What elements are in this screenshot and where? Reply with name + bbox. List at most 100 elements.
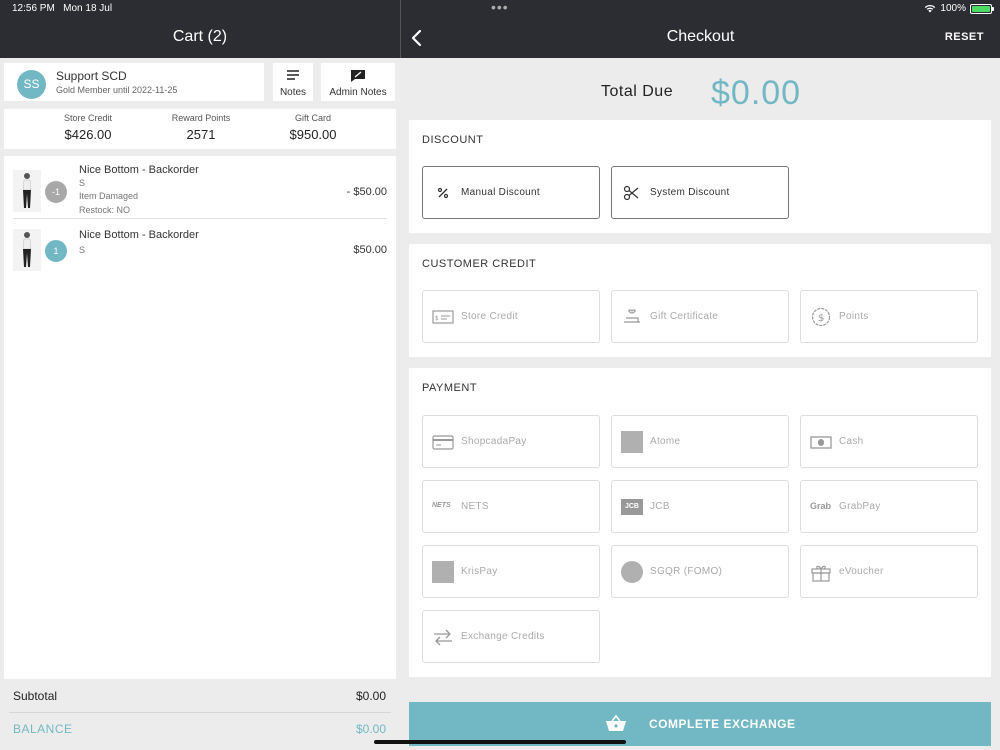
- notes-button[interactable]: Notes: [273, 63, 313, 101]
- reset-button[interactable]: RESET: [945, 31, 984, 43]
- item-variant: S: [79, 245, 86, 255]
- option-label: SGQR (FOMO): [650, 566, 723, 577]
- subtotal-value: $0.00: [355, 689, 386, 703]
- cash-button[interactable]: Cash: [800, 415, 978, 468]
- krispay-button[interactable]: KrisPay: [422, 545, 600, 598]
- gift-certificate-button[interactable]: Gift Certificate: [611, 290, 789, 343]
- customer-credit-section: CUSTOMER CREDIT $ Store Credit Gift Cert…: [409, 244, 991, 357]
- option-label: Manual Discount: [461, 187, 540, 198]
- discount-section: DISCOUNT Manual Discount System Discount: [409, 120, 991, 233]
- grabpay-button[interactable]: Grab GrabPay: [800, 480, 978, 533]
- stat-label: Gift Card: [294, 113, 331, 123]
- product-thumbnail: [13, 170, 41, 212]
- krispay-logo-icon: [432, 561, 454, 583]
- total-due-label: Total Due: [601, 83, 674, 100]
- atome-button[interactable]: Atome: [611, 415, 789, 468]
- admin-notes-icon: [351, 70, 365, 82]
- battery-icon: [970, 3, 994, 14]
- option-label: ShopcadaPay: [461, 436, 527, 447]
- battery-percent: 100%: [940, 3, 966, 14]
- section-title: DISCOUNT: [422, 134, 484, 146]
- checkout-title: Checkout: [666, 28, 735, 45]
- stat-store-credit: Store Credit $426.00: [28, 113, 148, 142]
- system-discount-button[interactable]: System Discount: [611, 166, 789, 219]
- svg-text:$: $: [435, 315, 439, 322]
- option-label: Points: [839, 311, 869, 322]
- option-label: KrisPay: [461, 566, 498, 577]
- stat-value: $426.00: [64, 127, 112, 142]
- store-credit-icon: $: [432, 310, 454, 324]
- nets-button[interactable]: NETS NETS: [422, 480, 600, 533]
- points-badge-icon: $: [811, 307, 831, 327]
- item-name: Nice Bottom - Backorder: [79, 164, 199, 176]
- stat-gift-card: Gift Card $950.00: [253, 113, 373, 142]
- item-variant: S: [79, 178, 86, 188]
- option-label: eVoucher: [839, 566, 884, 577]
- avatar: SS: [17, 70, 46, 99]
- exchange-credits-button[interactable]: Exchange Credits: [422, 610, 600, 663]
- back-button[interactable]: [408, 26, 428, 50]
- customer-membership: Gold Member until 2022-11-25: [56, 85, 178, 95]
- sgqr-button[interactable]: SGQR (FOMO): [611, 545, 789, 598]
- option-label: GrabPay: [839, 501, 881, 512]
- status-right: 100%: [924, 3, 994, 14]
- customer-card[interactable]: SS Support SCD Gold Member until 2022-11…: [4, 63, 264, 101]
- nets-logo-icon: NETS: [432, 502, 451, 509]
- status-bar: 12:56 PM Mon 18 Jul ••• 100%: [0, 0, 1000, 18]
- quantity-badge: 1: [45, 240, 67, 262]
- cash-icon: [810, 436, 832, 449]
- admin-notes-label: Admin Notes: [329, 87, 387, 98]
- option-label: JCB: [650, 501, 670, 512]
- status-time-value: 12:56 PM: [12, 3, 55, 14]
- total-due-value: $0.00: [711, 74, 802, 112]
- customer-name: Support SCD: [56, 69, 127, 83]
- shopcadapay-button[interactable]: ShopcadaPay: [422, 415, 600, 468]
- balance-value: $0.00: [355, 722, 386, 736]
- status-date: Mon 18 Jul: [63, 3, 113, 14]
- option-label: Exchange Credits: [461, 631, 545, 642]
- notes-label: Notes: [279, 87, 307, 98]
- store-credit-button[interactable]: $ Store Credit: [422, 290, 600, 343]
- stat-label: Reward Points: [171, 113, 231, 123]
- cart-item[interactable]: 1 Nice Bottom - Backorder S $50.00: [4, 219, 396, 274]
- notes-icon: [287, 70, 299, 80]
- basket-icon: [606, 714, 626, 731]
- section-title: CUSTOMER CREDIT: [422, 258, 537, 270]
- option-label: Atome: [650, 436, 681, 447]
- sgqr-logo-icon: [621, 561, 643, 583]
- evoucher-button[interactable]: eVoucher: [800, 545, 978, 598]
- item-note: Item Damaged: [79, 191, 139, 201]
- summary-divider: [9, 712, 391, 713]
- admin-notes-button[interactable]: Admin Notes: [321, 63, 395, 101]
- complete-exchange-label: COMPLETE EXCHANGE: [649, 717, 796, 731]
- option-label: Store Credit: [461, 311, 518, 322]
- item-restock: Restock: NO: [79, 205, 131, 215]
- stat-reward-points: Reward Points 2571: [141, 113, 261, 142]
- option-label: Gift Certificate: [650, 311, 719, 322]
- cart-title: Cart (2): [172, 28, 228, 45]
- item-price: - $50.00: [346, 186, 387, 198]
- payment-section: PAYMENT ShopcadaPay Atome Cash NETS NETS…: [409, 368, 991, 677]
- subtotal-label: Subtotal: [13, 689, 58, 703]
- gift-box-icon: [811, 565, 831, 582]
- atome-logo-icon: [621, 431, 643, 453]
- cart-item[interactable]: -1 Nice Bottom - Backorder S Item Damage…: [4, 156, 396, 219]
- status-time: 12:56 PM Mon 18 Jul: [12, 3, 112, 14]
- jcb-button[interactable]: JCB JCB: [611, 480, 789, 533]
- jcb-logo-icon: JCB: [621, 499, 643, 515]
- gift-certificate-icon: [624, 309, 640, 323]
- stat-value: 2571: [186, 127, 216, 142]
- points-button[interactable]: $ Points: [800, 290, 978, 343]
- product-thumbnail: [13, 229, 41, 271]
- manual-discount-button[interactable]: Manual Discount: [422, 166, 600, 219]
- item-price: $50.00: [353, 244, 387, 256]
- balance-label: BALANCE: [13, 722, 73, 736]
- credit-card-icon: [432, 435, 454, 450]
- multitasking-dots-icon[interactable]: •••: [491, 0, 509, 14]
- section-title: PAYMENT: [422, 382, 478, 394]
- item-name: Nice Bottom - Backorder: [79, 229, 199, 241]
- chevron-left-icon: [411, 29, 422, 47]
- scissors-icon: [623, 185, 639, 201]
- stat-value: $950.00: [289, 127, 337, 142]
- home-indicator[interactable]: [374, 740, 626, 744]
